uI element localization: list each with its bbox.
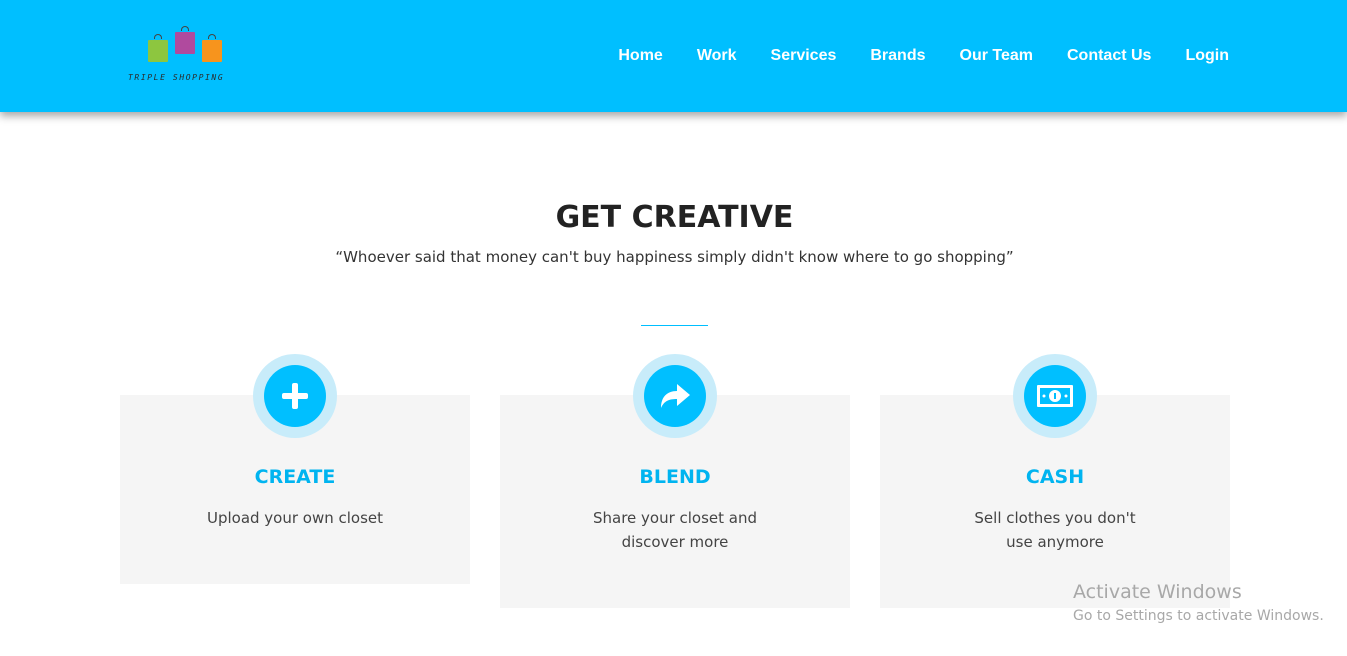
feature-text-line: use anymore (1006, 533, 1104, 551)
purple-shopping-bag-icon (175, 32, 195, 54)
bag-handle (181, 26, 189, 31)
feature-title-create: CREATE (254, 466, 336, 488)
bag-handle (154, 34, 162, 39)
plus-icon (264, 365, 326, 427)
logo-text: TRIPLE SHOPPING (128, 73, 225, 82)
main-nav: Home Work Services Brands Our Team Conta… (584, 46, 1229, 66)
feature-text-create: Upload your own closet (120, 506, 470, 530)
nav-contact-us[interactable]: Contact Us (1067, 46, 1151, 66)
title-divider (641, 325, 708, 326)
share-arrow-icon (644, 365, 706, 427)
feature-text-line: discover more (621, 533, 729, 551)
feature-text-line: Share your closet and (592, 509, 758, 527)
bag-handle (208, 34, 216, 39)
nav-services[interactable]: Services (771, 46, 837, 66)
nav-work[interactable]: Work (697, 46, 737, 66)
green-shopping-bag-icon (148, 40, 168, 62)
feature-text-line: Upload your own closet (206, 509, 384, 527)
feature-title-blend: BLEND (639, 466, 711, 488)
nav-home[interactable]: Home (618, 46, 662, 66)
section-quote: “Whoever said that money can't buy happi… (335, 248, 1014, 266)
feature-icon-ring (1013, 354, 1097, 438)
activate-windows-watermark: Activate Windows Go to Settings to activ… (1073, 580, 1324, 626)
money-bill-icon (1024, 365, 1086, 427)
triple-shopping-logo[interactable]: TRIPLE SHOPPING (128, 22, 244, 88)
section-title: GET CREATIVE (555, 200, 794, 235)
site-header: TRIPLE SHOPPING Home Work Services Brand… (0, 0, 1347, 112)
feature-text-line: Sell clothes you don't (974, 509, 1136, 527)
feature-icon-ring (253, 354, 337, 438)
feature-text-blend: Share your closet and discover more (500, 506, 850, 554)
nav-login[interactable]: Login (1185, 46, 1229, 66)
watermark-subtitle: Go to Settings to activate Windows. (1073, 608, 1324, 624)
watermark-title: Activate Windows (1073, 581, 1242, 603)
feature-icon-ring (633, 354, 717, 438)
feature-title-cash: CASH (1025, 466, 1085, 488)
orange-shopping-bag-icon (202, 40, 222, 62)
nav-our-team[interactable]: Our Team (960, 46, 1034, 66)
nav-brands[interactable]: Brands (870, 46, 925, 66)
feature-text-cash: Sell clothes you don't use anymore (880, 506, 1230, 554)
